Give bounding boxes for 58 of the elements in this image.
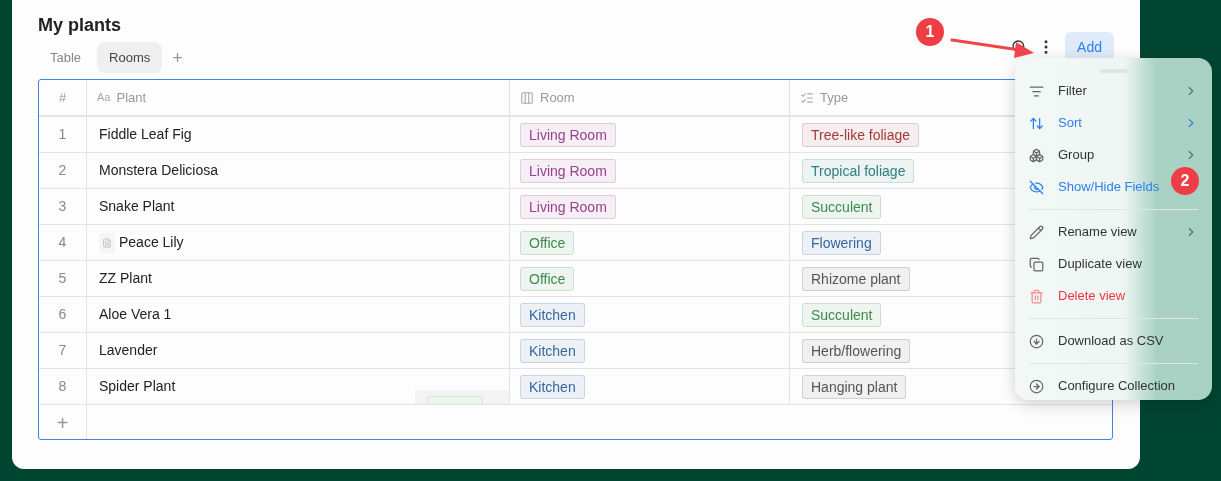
column-header: Plant xyxy=(116,88,147,107)
plant-name: Spider Plant xyxy=(99,377,176,396)
menu-item[interactable]: Show/Hide Fields xyxy=(1029,171,1160,203)
group-icon xyxy=(1029,147,1044,163)
row-number: 1 xyxy=(58,125,67,144)
tag: Office xyxy=(520,230,575,255)
pencil-icon xyxy=(1029,224,1044,240)
tag: Living Room xyxy=(520,122,616,147)
trash-icon xyxy=(1029,288,1044,304)
tag: Tropical foliage xyxy=(802,158,915,183)
sort-icon xyxy=(1029,115,1044,131)
menu-item[interactable]: Duplicate view xyxy=(1029,248,1142,280)
tag: Tree-like foliage xyxy=(802,122,920,147)
row-number: 7 xyxy=(58,341,67,360)
plant-name: Peace Lily xyxy=(119,233,184,252)
tag: Succulent xyxy=(802,302,882,327)
tag: Hanging plant xyxy=(802,374,907,399)
menu-item[interactable]: Download as CSV xyxy=(1029,325,1164,357)
row-number: 4 xyxy=(58,233,67,252)
row-number: 2 xyxy=(58,161,67,180)
tag: Office xyxy=(520,266,575,291)
document-icon xyxy=(99,232,115,253)
download-icon xyxy=(1029,333,1044,349)
plant-name: Snake Plant xyxy=(99,197,175,216)
row-number: 3 xyxy=(58,197,67,216)
menu-item[interactable]: Sort xyxy=(1029,107,1198,139)
tag: Succulent xyxy=(802,194,882,219)
plant-name: Fiddle Leaf Fig xyxy=(99,125,192,144)
filter-icon xyxy=(1029,83,1044,99)
plant-name: ZZ Plant xyxy=(99,269,152,288)
tag: Flowering xyxy=(802,230,881,255)
plant-name: Lavender xyxy=(99,341,158,360)
tag: Kitchen xyxy=(520,302,585,327)
copy-icon xyxy=(1029,256,1044,272)
view-tab[interactable]: Rooms xyxy=(97,42,163,73)
plant-name: Monstera Deliciosa xyxy=(99,161,219,180)
menu-item[interactable]: Rename view xyxy=(1029,216,1198,248)
tag: Herb/flowering xyxy=(802,338,911,363)
columns-icon xyxy=(520,90,534,105)
menu-item[interactable]: Filter xyxy=(1029,75,1198,107)
column-header: # xyxy=(58,88,67,107)
row-number: 8 xyxy=(58,377,67,396)
row-number: 6 xyxy=(58,305,67,324)
column-header: Room xyxy=(540,88,575,107)
tag: Kitchen xyxy=(520,338,585,363)
list-icon xyxy=(800,90,814,105)
eye-slash-icon xyxy=(1029,179,1044,195)
menu-item[interactable]: Delete view xyxy=(1029,280,1126,312)
plant-name: Aloe Vera 1 xyxy=(99,305,172,324)
row-number: 5 xyxy=(58,269,67,288)
tag: Rhizome plant xyxy=(802,266,910,291)
tag: Kitchen xyxy=(520,374,585,399)
column-header: Type xyxy=(820,88,849,107)
tag: Living Room xyxy=(520,158,616,183)
page-title: My plants xyxy=(38,14,121,37)
tag: Living Room xyxy=(520,194,616,219)
menu-item[interactable]: Configure Collection xyxy=(1029,370,1176,402)
text-type-label: Aa xyxy=(97,90,111,106)
